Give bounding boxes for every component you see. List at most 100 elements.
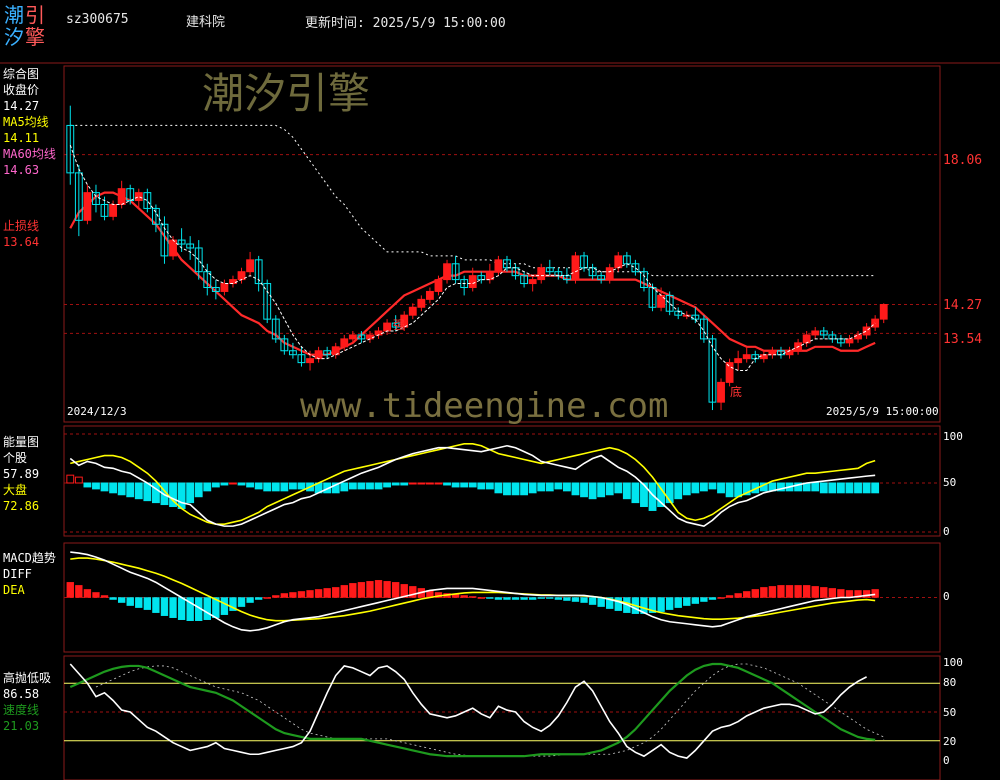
panel-title: MACD趋势 (3, 551, 56, 565)
macd-bar (349, 583, 357, 598)
energy-bar (263, 482, 272, 492)
macd-bar (820, 587, 828, 598)
macd-bar (169, 597, 177, 618)
energy-bar (254, 482, 263, 490)
app-logo: 潮引 汐擎 (4, 3, 46, 49)
candle-body (408, 306, 417, 316)
energy-bar (854, 482, 862, 494)
energy-bar (836, 482, 845, 494)
energy-bar (357, 482, 366, 490)
macd-bar (486, 597, 494, 599)
macd-bar (280, 593, 289, 598)
osc-value-line (69, 663, 867, 759)
energy-bar (417, 482, 426, 485)
candle-body (117, 188, 126, 205)
macd-bar (614, 597, 622, 611)
candle-body (768, 350, 777, 356)
energy-bar (520, 482, 529, 496)
candle-body (220, 283, 229, 292)
macd-bar (837, 589, 845, 598)
macd-bar (297, 591, 306, 598)
energy-bar (545, 482, 554, 492)
macd-bar (674, 597, 682, 608)
panel-frame (63, 425, 941, 537)
energy-panel-legend: 能量图 个股 57.89 大盘 72.86 (3, 434, 39, 514)
energy-bar (220, 482, 229, 486)
strong-mark: 强 (393, 318, 406, 332)
energy-bar (237, 482, 246, 486)
market-energy-label: 大盘 (3, 483, 28, 497)
macd-bar (546, 597, 554, 599)
energy-bar (811, 482, 820, 492)
candle-body (571, 255, 580, 281)
energy-bar (186, 482, 195, 504)
energy-bar (280, 482, 289, 492)
price-label-close: 14.27 (943, 298, 983, 313)
macd-bar (725, 595, 734, 598)
energy-bar (374, 482, 383, 490)
stop-loss-line (70, 124, 876, 277)
panel-frame (63, 65, 941, 423)
energy-bar (66, 474, 75, 484)
energy-bar (92, 482, 100, 490)
energy-bar (871, 482, 880, 494)
diff-label: DIFF (3, 567, 32, 581)
candle-body (306, 358, 314, 364)
stop-value: 13.64 (3, 235, 40, 249)
energy-bar (734, 482, 743, 498)
macd-bar (117, 597, 126, 603)
macd-bar (751, 589, 759, 598)
energy-bar (297, 482, 306, 490)
energy-bar (605, 482, 614, 496)
osc-tick-80: 80 (943, 676, 957, 689)
price-label-high: 18.06 (943, 153, 983, 168)
speed-label: 速度线 (3, 703, 40, 717)
osc-panel-legend: 高抛低吸 86.58 速度线 21.03 (3, 670, 51, 734)
energy-bar (143, 482, 152, 502)
macd-bar (340, 585, 348, 598)
ma60-value: 14.63 (3, 163, 40, 177)
macd-bar (657, 597, 665, 612)
macd-bar (700, 597, 708, 602)
energy-bar (366, 482, 374, 490)
osc-value: 86.58 (3, 687, 40, 701)
energy-bar (503, 482, 511, 496)
macd-bar (802, 585, 811, 598)
energy-bar (194, 482, 203, 498)
macd-bar (511, 597, 520, 600)
candle-body (605, 267, 614, 281)
macd-bar (332, 587, 340, 598)
ma60-label: MA60均线 (3, 147, 56, 161)
macd-bar (588, 597, 597, 605)
macd-bar (263, 597, 271, 599)
macd-bar (503, 597, 511, 600)
candle-body (417, 298, 426, 308)
energy-bar (434, 482, 443, 485)
osc-tick-100: 100 (943, 656, 963, 669)
energy-bar (562, 482, 571, 492)
energy-bar (126, 482, 135, 498)
macd-bar (75, 585, 83, 598)
candle-body (759, 354, 768, 360)
panel-title: 高抛低吸 (3, 671, 52, 685)
macd-bar (708, 597, 717, 600)
candle-body (425, 290, 434, 300)
energy-bar (408, 482, 417, 485)
macd-bar (391, 582, 400, 598)
close-value: 14.27 (3, 99, 40, 113)
macd-bar (580, 597, 588, 603)
energy-bar (288, 482, 297, 490)
energy-bar (528, 482, 537, 494)
macd-bar (691, 597, 700, 604)
speed-value: 21.03 (3, 719, 40, 733)
energy-bar (134, 482, 143, 500)
energy-bar (862, 482, 871, 494)
energy-bar (348, 482, 357, 490)
candle-body (434, 279, 443, 292)
price-label-stop: 13.54 (943, 332, 983, 347)
candle-body (83, 192, 92, 221)
osc-tick-20: 20 (943, 735, 957, 748)
macd-bar (135, 597, 143, 608)
macd-bar (768, 586, 777, 598)
energy-bar (614, 482, 623, 494)
